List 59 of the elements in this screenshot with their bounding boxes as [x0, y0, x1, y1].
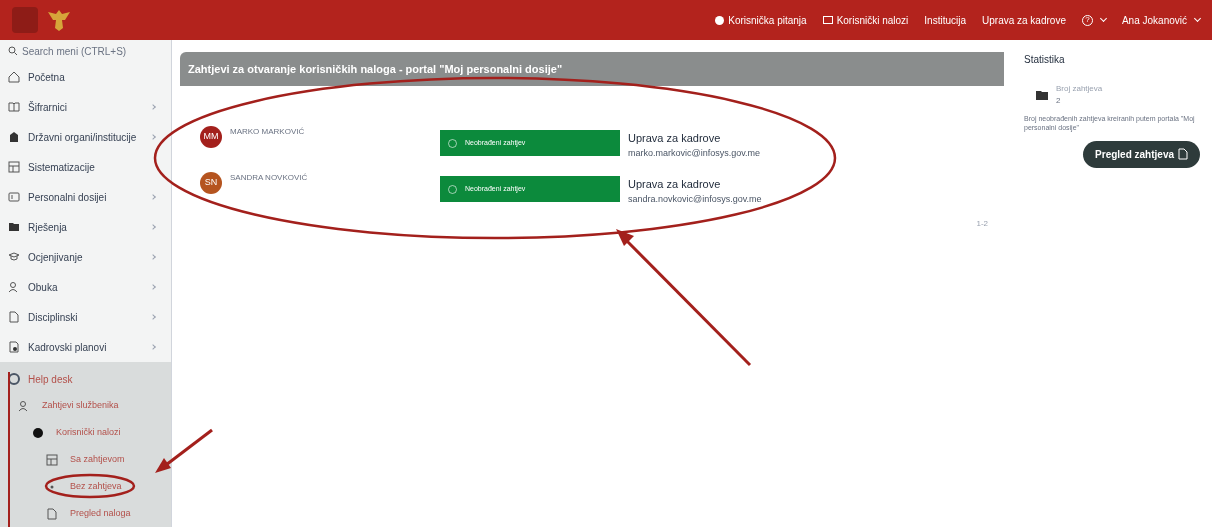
email-text: marko.markovic@infosys.gov.me: [628, 146, 760, 160]
sidebar-item[interactable]: Personalni dosijei: [0, 182, 171, 212]
sidebar-item[interactable]: Rješenja: [0, 212, 171, 242]
grid-icon: [8, 161, 20, 173]
sidebar-item[interactable]: Kadrovski planovi: [0, 332, 171, 362]
stat-label: Broj zahtjeva: [1056, 83, 1103, 95]
person-icon: [8, 281, 20, 293]
sidebar-subitem[interactable]: Pregled naloga: [0, 500, 171, 527]
organization-name: Uprava za kadrove: [628, 177, 722, 192]
avatar: MM: [200, 126, 222, 148]
circle-icon: [32, 426, 44, 439]
search-field[interactable]: Search meni (CTRL+S): [22, 43, 162, 59]
sidebar-item[interactable]: Državni organi/institucije: [0, 122, 171, 152]
info-icon: [715, 15, 725, 25]
card-icon: [822, 16, 833, 24]
document-icon: [8, 341, 20, 353]
eagle-logo: [46, 8, 72, 32]
statistics-title: Statistika: [1024, 53, 1066, 67]
person-name: SANDRA NOVKOVIĆ: [230, 172, 309, 184]
folder-icon: [1036, 90, 1048, 100]
sidebar-item[interactable]: Obuka: [0, 272, 171, 302]
search-icon: [8, 46, 18, 56]
stat-value: 2: [1056, 95, 1062, 107]
id-card-icon: [8, 191, 20, 203]
organization-name: Uprava za kadrove: [628, 131, 722, 146]
view-requests-button[interactable]: Pregled zahtjeva: [1083, 140, 1200, 168]
sidebar-subitem[interactable]: Sa zahtjevom: [0, 446, 171, 473]
nav-link[interactable]: Korisnički nalozi: [822, 12, 909, 28]
sidebar-subitem[interactable]: Zahtjevi službenika: [0, 392, 171, 419]
panel-title: Zahtjevi za otvaranje korisničkih naloga - portal "Moj personalni dosije": [188, 61, 563, 77]
person-icon: [18, 399, 30, 412]
pagination-text: 1-2: [976, 218, 988, 230]
sidebar-item[interactable]: Početna: [0, 62, 171, 92]
document-icon: [1178, 148, 1188, 160]
sidebar-subitem[interactable]: Korisnički nalozi: [0, 419, 171, 446]
building-icon: [8, 131, 20, 143]
document-icon: [8, 311, 20, 323]
sidebar-item[interactable]: Disciplinski: [0, 302, 171, 332]
annotation-arrow: [155, 428, 213, 473]
sidebar-item[interactable]: Help desk: [0, 366, 171, 392]
sidebar-item[interactable]: Šifrarnici: [0, 92, 171, 122]
folder-icon: [8, 221, 20, 233]
graduation-cap-icon: [8, 251, 20, 263]
home-icon: [8, 71, 20, 83]
book-icon: [8, 101, 20, 113]
nav-link[interactable]: Ana Jokanović: [1121, 12, 1200, 28]
avatar: SN: [200, 172, 222, 194]
sidebar-item[interactable]: Sistematizacije: [0, 152, 171, 182]
grid-icon: [46, 453, 58, 466]
nav-link[interactable]: Korisnička pitanja: [715, 12, 807, 28]
sidebar-item[interactable]: Ocjenjivanje: [0, 242, 171, 272]
email-text: sandra.novkovic@infosys.gov.me: [628, 192, 762, 206]
nav-link[interactable]: Uprava za kadrove: [982, 12, 1066, 28]
document-icon: [46, 507, 58, 520]
nav-link[interactable]: Institucija: [924, 12, 966, 28]
sidebar-subitem[interactable]: Bez zahtjeva: [0, 473, 171, 500]
menu-toggle[interactable]: [12, 7, 38, 33]
nav-link[interactable]: ?: [1081, 14, 1106, 26]
person-name: MARKO MARKOVIĆ: [230, 126, 306, 138]
